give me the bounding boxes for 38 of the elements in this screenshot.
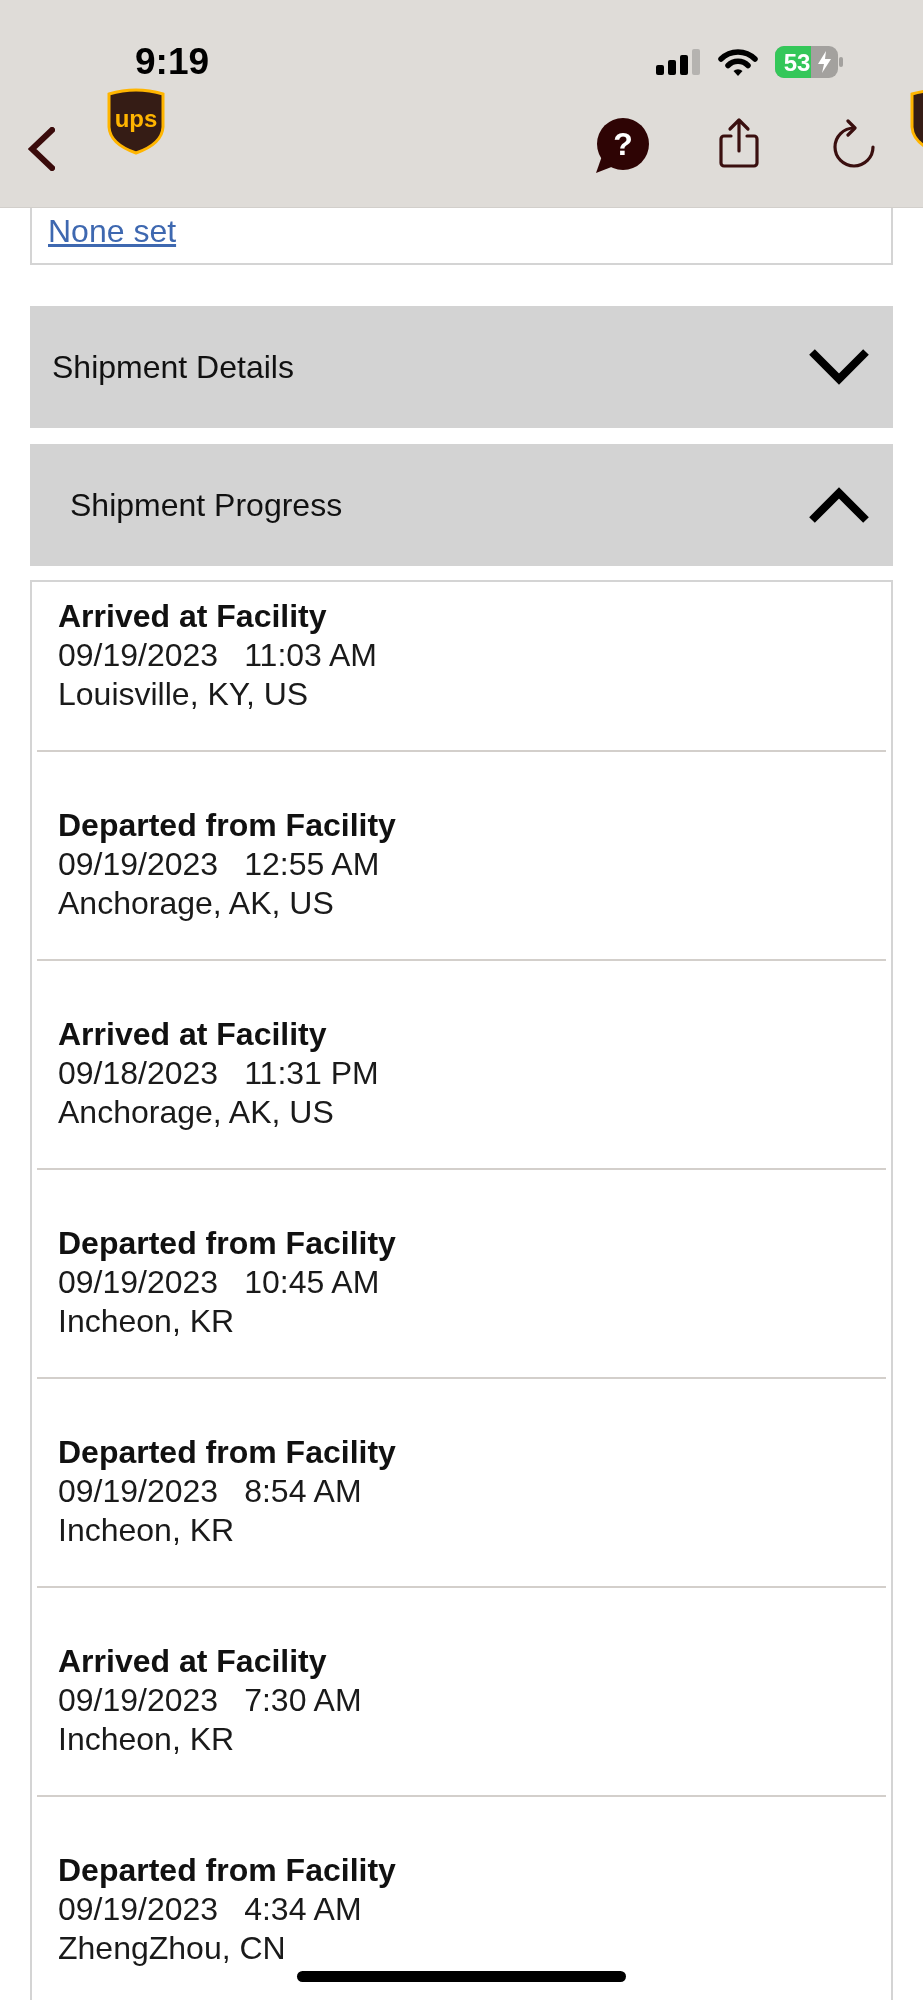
- event-time: 11:03 AM: [244, 636, 377, 675]
- event-location: Incheon, KR: [58, 1720, 236, 1759]
- event-date: 09/19/2023: [58, 845, 219, 884]
- accordion-header[interactable]: Shipment Details: [30, 306, 893, 428]
- event-status: Arrived at Facility: [58, 1642, 328, 1681]
- event-time: 8:54 AM: [244, 1472, 362, 1511]
- link[interactable]: None set: [48, 213, 177, 249]
- accordion-header[interactable]: Shipment Progress: [30, 444, 893, 566]
- refresh-icon[interactable]: [832, 119, 876, 169]
- event-time: 4:34 AM: [244, 1890, 362, 1929]
- event-location: ZhengZhou, CN: [58, 1929, 287, 1968]
- event-time: 10:45 AM: [244, 1263, 380, 1302]
- signal-icon: [656, 49, 701, 75]
- event-status: Departed from Facility: [58, 1224, 397, 1263]
- event-date: 09/19/2023: [58, 1472, 219, 1511]
- event-location: Anchorage, AK, US: [58, 884, 335, 923]
- event-location: Anchorage, AK, US: [58, 1093, 335, 1132]
- event-date: 09/19/2023: [58, 1681, 219, 1720]
- event-location: Incheon, KR: [58, 1302, 236, 1341]
- event-status: Arrived at Facility: [58, 1015, 328, 1054]
- event-location: Incheon, KR: [58, 1511, 236, 1550]
- event-location: Louisville, KY, US: [58, 675, 310, 714]
- wifi-icon: [718, 47, 758, 77]
- event-date: 09/19/2023: [58, 636, 219, 675]
- status-time: 9:19: [135, 40, 210, 84]
- event-status: Arrived at Facility: [58, 597, 328, 636]
- event-status: Departed from Facility: [58, 1851, 397, 1890]
- event-time: 11:31 PM: [244, 1054, 379, 1093]
- event-date: 09/19/2023: [58, 1263, 219, 1302]
- logo-icon: ups: [107, 87, 165, 155]
- event-status: Departed from Facility: [58, 1433, 397, 1472]
- share-icon[interactable]: [718, 117, 760, 169]
- event-status: Departed from Facility: [58, 806, 397, 845]
- event-time: 7:30 AM: [244, 1681, 362, 1720]
- event-time: 12:55 AM: [244, 845, 380, 884]
- event-date: 09/18/2023: [58, 1054, 219, 1093]
- back-icon[interactable]: [28, 127, 55, 171]
- event-date: 09/19/2023: [58, 1890, 219, 1929]
